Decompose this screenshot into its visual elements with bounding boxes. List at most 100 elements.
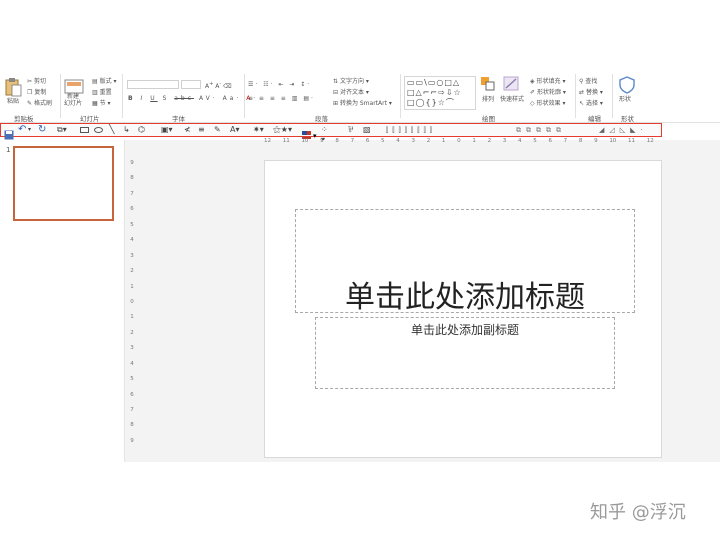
redo-icon[interactable]: ↻: [38, 125, 48, 135]
horizontal-ruler-numbers: 12 11 10 9 8 7 6 5 4 3 2 1 0 1 2 3 4 5 6 7 8 9 10 11 12: [264, 138, 654, 144]
ruler-tick-label: 7: [563, 138, 568, 144]
ruler-tick-label: 7: [350, 138, 355, 144]
subtitle-placeholder[interactable]: 单击此处添加副标题: [315, 317, 615, 389]
slide-show-icon[interactable]: ⧉▾: [57, 125, 67, 135]
ruler-tick-label: 12: [646, 138, 654, 144]
brush-icon: ✎: [27, 100, 33, 107]
replace-button[interactable]: ⇄ 替换 ▾: [579, 89, 603, 96]
select-button[interactable]: ↖ 选择 ▾: [579, 100, 603, 107]
line-icon[interactable]: ╲: [109, 125, 119, 135]
editing-group-label: 编辑: [588, 115, 601, 123]
align-center-icon[interactable]: ≡: [198, 125, 208, 135]
font-size-dropdown[interactable]: [181, 80, 201, 89]
list-buttons[interactable]: ☰· ☷· ⇤ ⇥ ↕·: [248, 81, 311, 88]
textbox-icon[interactable]: ▣▾: [161, 125, 173, 135]
separator: [575, 74, 576, 118]
oval-icon[interactable]: [93, 125, 103, 135]
ruler-tick-label: 1: [441, 138, 446, 144]
cut-button[interactable]: ✂ 剪切: [27, 78, 46, 85]
arrange-icon: [481, 77, 495, 91]
font-color-icon[interactable]: A▾: [230, 125, 240, 135]
format-painter-button[interactable]: ✎ 格式刷: [27, 100, 52, 107]
connector-icon[interactable]: ↳: [123, 125, 133, 135]
ruler-tick-label: 8: [335, 138, 339, 144]
undo-icon[interactable]: ↶: [18, 125, 28, 135]
layout-icon: ▤: [92, 78, 98, 85]
paste-icon: [5, 77, 22, 96]
align-left-icon[interactable]: ≮: [184, 125, 194, 135]
pen-icon: ✐: [530, 89, 536, 96]
paste-label: 粘贴: [7, 98, 20, 105]
ruler-tick-label: 1: [130, 283, 134, 290]
title-placeholder[interactable]: 单击此处添加标题: [295, 209, 635, 315]
slide-canvas[interactable]: 单击此处添加标题 单击此处添加副标题: [264, 160, 662, 458]
drawing-group-label: 绘图: [482, 115, 495, 123]
ruler-tick-label: 6: [365, 138, 370, 144]
ruler-tick-label: 8: [130, 175, 134, 182]
rectangle-icon[interactable]: [79, 125, 89, 135]
find-button[interactable]: ⚲ 查找: [579, 78, 597, 85]
subtitle-placeholder-text: 单击此处添加副标题: [410, 323, 519, 337]
align-buttons[interactable]: ≡ ≡ ≡ ≡ ▥ ▤·: [248, 95, 315, 102]
font-size-buttons[interactable]: A+ A- ⌫: [205, 81, 232, 90]
star-icon[interactable]: ⚝★▾: [273, 125, 292, 135]
arrange-icon[interactable]: ⁘▾: [321, 125, 331, 144]
slide-thumbnail[interactable]: [13, 146, 114, 221]
section-button[interactable]: ▦ 节 ▾: [92, 100, 111, 107]
paste-button[interactable]: 粘贴: [4, 76, 24, 108]
reset-button[interactable]: ▥ 重置: [92, 89, 112, 96]
text-direction-icon: ⇅: [333, 78, 339, 85]
layout-button[interactable]: ▤ 版式 ▾: [92, 78, 117, 85]
quick-styles-icon: [503, 76, 519, 91]
chevron-down-icon[interactable]: ▾: [28, 125, 38, 135]
shape-button[interactable]: 形状: [618, 76, 640, 110]
ruler-tick-label: 9: [594, 138, 598, 144]
rotate-icon[interactable]: ◢◿◺◣·: [599, 125, 663, 135]
shapes-group-label: 形状: [621, 115, 634, 123]
ruler-tick-label: 5: [130, 376, 134, 383]
ruler-tick-label: 3: [130, 252, 134, 259]
scissors-icon: ✂: [27, 78, 33, 85]
format-painter-icon[interactable]: ✎: [214, 125, 224, 135]
align-objects-icon[interactable]: ⫿⫿⫿⫿⫿⫿⫿⫿: [386, 125, 496, 135]
clear-format-icon: ⌫: [223, 83, 232, 90]
ruler-tick-label: 1: [472, 138, 476, 144]
smartart-button[interactable]: ⊞ 转换为 SmartArt ▾: [333, 100, 392, 107]
shape-outline-button[interactable]: ✐ 形状轮廓 ▾: [530, 89, 566, 96]
align-text-button[interactable]: ⊟ 对齐文本 ▾: [333, 89, 369, 96]
ruler-tick-label: 11: [282, 138, 290, 144]
shapes-gallery[interactable]: ▭▭\▭○□△ □△⌐⌐⇨⇩☆ □◯{}☆⌒: [404, 76, 476, 110]
replace-icon: ⇄: [579, 89, 585, 96]
ruler-tick-label: 8: [130, 422, 134, 429]
ruler-tick-label: 7: [130, 190, 134, 197]
watermark: 知乎 @浮沉: [590, 502, 686, 523]
picture-icon[interactable]: ▧: [363, 125, 373, 135]
ruler-tick-label: 12: [264, 138, 271, 144]
font-style-buttons[interactable]: B I U S abc AV· Aa· A·: [128, 95, 258, 102]
ruler-tick-label: 3: [411, 138, 415, 144]
shape-label: 形状: [619, 96, 632, 103]
ruler-tick-label: 2: [487, 138, 492, 144]
ruler-tick-label: 0: [457, 138, 461, 144]
ruler-tick-label: 1: [130, 314, 134, 321]
ruler-tick-label: 5: [130, 221, 134, 228]
text-wrap-icon[interactable]: ⅌: [348, 125, 358, 135]
ruler-tick-label: 7: [130, 407, 134, 413]
ruler-tick-label: 2: [130, 268, 134, 275]
effects-icon: ◇: [530, 100, 535, 107]
effects-icon[interactable]: ✷▾: [253, 125, 264, 135]
shape-effects-button[interactable]: ◇ 形状效果 ▾: [530, 100, 565, 107]
group-objects-icon[interactable]: ⧉⧉⧉⧉⧉: [516, 125, 586, 135]
ruler-tick-label: 8: [578, 138, 583, 144]
fill-color-icon[interactable]: ▾: [301, 125, 319, 140]
save-icon[interactable]: [4, 125, 14, 140]
copy-button[interactable]: ❐ 复制: [27, 89, 46, 96]
separator: [244, 74, 245, 118]
text-direction-button[interactable]: ⇅ 文字方向 ▾: [333, 78, 369, 85]
freeform-icon[interactable]: ⌬: [138, 125, 148, 135]
font-name-dropdown[interactable]: [127, 80, 179, 89]
quick-styles-button[interactable]: 快速样式: [500, 76, 528, 110]
arrange-button[interactable]: 排列: [480, 76, 498, 110]
shape-fill-button[interactable]: ◈ 形状填充 ▾: [530, 78, 565, 85]
new-slide-button[interactable]: 新建 幻灯片: [64, 76, 88, 110]
